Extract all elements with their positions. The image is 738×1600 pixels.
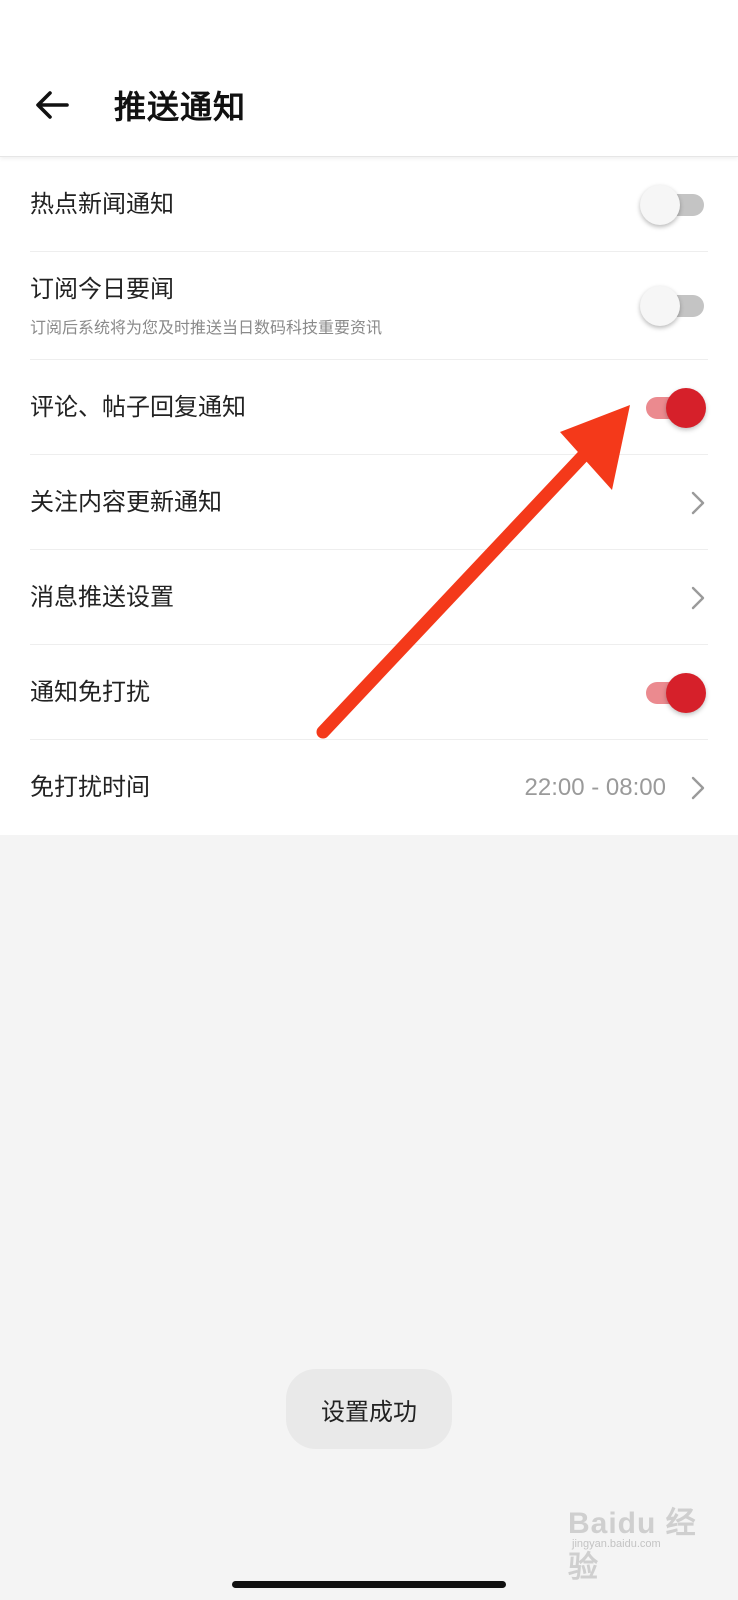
daily-news-toggle[interactable] [640,286,706,326]
chevron-right-icon [688,774,708,802]
back-button[interactable] [22,80,82,130]
setting-label: 免打扰时间 [30,772,150,801]
setting-row-reply-notification: 评论、帖子回复通知 [0,360,738,455]
do-not-disturb-toggle[interactable] [640,672,706,713]
setting-label: 热点新闻通知 [30,189,174,218]
push-notification-settings-page: 推送通知 热点新闻通知 订阅今日要闻 订阅后系统将为您及时推送当日数码科技重要资… [0,0,738,1600]
home-indicator[interactable] [232,1581,506,1588]
baidu-watermark: Baidu 经验 jingyan.baidu.com [562,1496,712,1584]
setting-label: 消息推送设置 [30,582,174,611]
setting-row-daily-news: 订阅今日要闻 订阅后系统将为您及时推送当日数码科技重要资讯 [0,252,738,360]
chevron-right-icon [688,489,708,517]
setting-description: 订阅后系统将为您及时推送当日数码科技重要资讯 [30,317,383,337]
setting-label: 通知免打扰 [30,677,150,706]
page-title: 推送通知 [114,88,247,126]
setting-row-do-not-disturb: 通知免打扰 [0,645,738,740]
settings-list: 热点新闻通知 订阅今日要闻 订阅后系统将为您及时推送当日数码科技重要资讯 评论、… [0,157,738,835]
toast-message: 设置成功 [286,1369,452,1449]
setting-label: 订阅今日要闻 [30,275,174,304]
setting-label: 关注内容更新通知 [30,487,222,516]
chevron-right-icon [688,584,708,612]
watermark-url: jingyan.baidu.com [572,1538,661,1550]
reply-notification-toggle[interactable] [640,387,706,428]
setting-row-follow-updates[interactable]: 关注内容更新通知 [0,455,738,550]
top-app-bar: 推送通知 [0,0,738,157]
arrow-left-icon [36,91,69,119]
hot-news-toggle[interactable] [640,184,706,225]
setting-row-hot-news: 热点新闻通知 [0,157,738,252]
setting-row-dnd-time[interactable]: 免打扰时间 22:00 - 08:00 [0,740,738,835]
setting-row-push-settings[interactable]: 消息推送设置 [0,550,738,645]
setting-label: 评论、帖子回复通知 [30,392,246,421]
dnd-time-value: 22:00 - 08:00 [524,773,666,801]
